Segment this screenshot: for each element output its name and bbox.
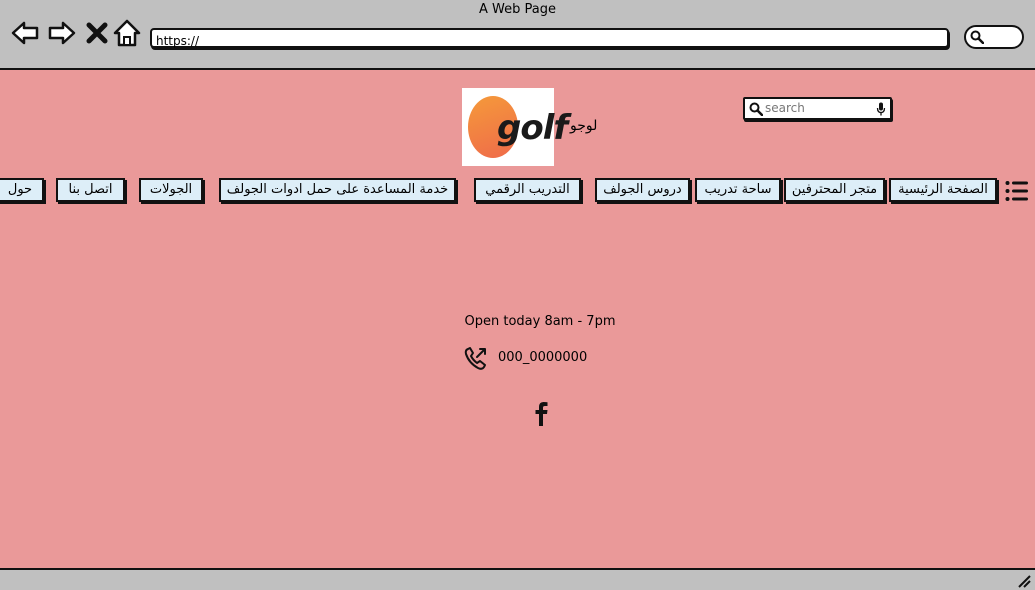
back-arrow-icon[interactable] — [10, 18, 40, 48]
microphone-icon[interactable] — [876, 102, 886, 116]
nav-item-pro-shop[interactable]: متجر المحترفين — [784, 178, 885, 202]
nav-item-caddie-service[interactable]: خدمة المساعدة على حمل ادوات الجولف — [219, 178, 456, 202]
nav-item-about[interactable]: حول — [0, 178, 44, 202]
page-viewport[interactable]: golf لوجو الصفحة الرئيسية متجر المحترفين… — [0, 68, 1035, 570]
forward-arrow-icon[interactable] — [47, 18, 77, 48]
close-icon[interactable] — [84, 18, 110, 48]
status-bar — [0, 570, 1035, 590]
resize-grip-icon[interactable] — [1017, 574, 1031, 588]
phone-number: 000_0000000 — [498, 350, 588, 365]
facebook-icon[interactable] — [531, 400, 551, 426]
url-input[interactable] — [152, 33, 947, 49]
browser-search-field[interactable] — [964, 25, 1024, 49]
menu-icon[interactable] — [1005, 180, 1029, 202]
phone-icon — [464, 347, 486, 370]
nav-item-home[interactable]: الصفحة الرئيسية — [889, 178, 997, 202]
nav-item-tours[interactable]: الجولات — [139, 178, 203, 202]
home-icon[interactable] — [112, 18, 142, 48]
url-bar[interactable] — [150, 28, 949, 49]
logo[interactable]: golf — [462, 88, 568, 166]
search-icon — [970, 30, 984, 44]
logo-text: golf — [497, 108, 568, 148]
site-search-box[interactable] — [743, 97, 892, 120]
nav-item-driving-range[interactable]: ساحة تدريب — [695, 178, 781, 202]
nav-item-contact[interactable]: اتصل بنا — [56, 178, 125, 202]
nav-item-digital-training[interactable]: التدريب الرقمي — [474, 178, 581, 202]
nav-item-golf-lessons[interactable]: دروس الجولف — [595, 178, 690, 202]
opening-hours: Open today 8am - 7pm — [464, 314, 616, 329]
search-input[interactable] — [765, 100, 875, 116]
search-icon — [749, 102, 763, 116]
logo-label: لوجو — [570, 118, 598, 134]
window-title: A Web Page — [479, 2, 556, 17]
